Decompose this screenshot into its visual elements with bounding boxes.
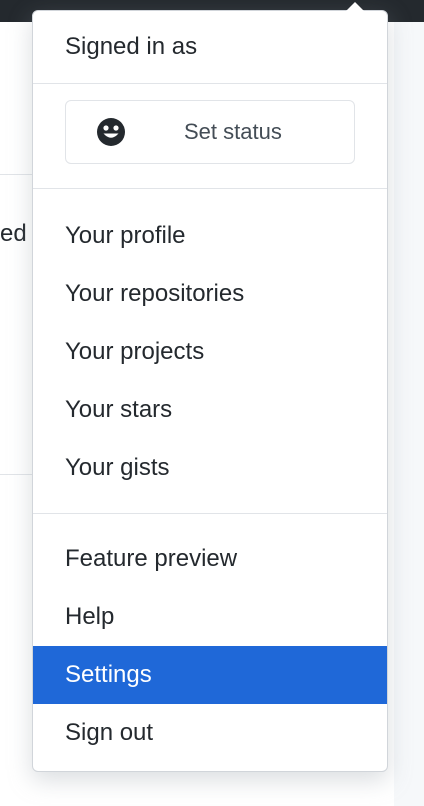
menu-item-your-gists[interactable]: Your gists — [33, 439, 387, 497]
menu-item-your-stars[interactable]: Your stars — [33, 381, 387, 439]
set-status-label: Set status — [184, 119, 282, 144]
menu-group-settings: Feature preview Help Settings Sign out — [33, 514, 387, 770]
menu-item-help[interactable]: Help — [33, 588, 387, 646]
menu-item-your-projects[interactable]: Your projects — [33, 323, 387, 381]
menu-item-your-profile[interactable]: Your profile — [33, 207, 387, 265]
signed-in-as-label: Signed in as — [65, 33, 198, 60]
smiley-icon — [97, 118, 125, 146]
page-clipped-text: ed — [0, 220, 27, 247]
menu-item-sign-out[interactable]: Sign out — [33, 704, 387, 762]
set-status-button[interactable]: Set status — [65, 100, 355, 164]
menu-item-your-repositories[interactable]: Your repositories — [33, 265, 387, 323]
menu-item-settings[interactable]: Settings — [33, 646, 387, 704]
dropdown-caret — [345, 2, 365, 12]
menu-item-feature-preview[interactable]: Feature preview — [33, 530, 387, 588]
page-right-background — [394, 22, 424, 806]
status-section: Set status — [33, 84, 387, 188]
menu-group-account: Your profile Your repositories Your proj… — [33, 189, 387, 513]
user-dropdown-menu: Signed in as Set status Your profile You… — [32, 2, 388, 772]
